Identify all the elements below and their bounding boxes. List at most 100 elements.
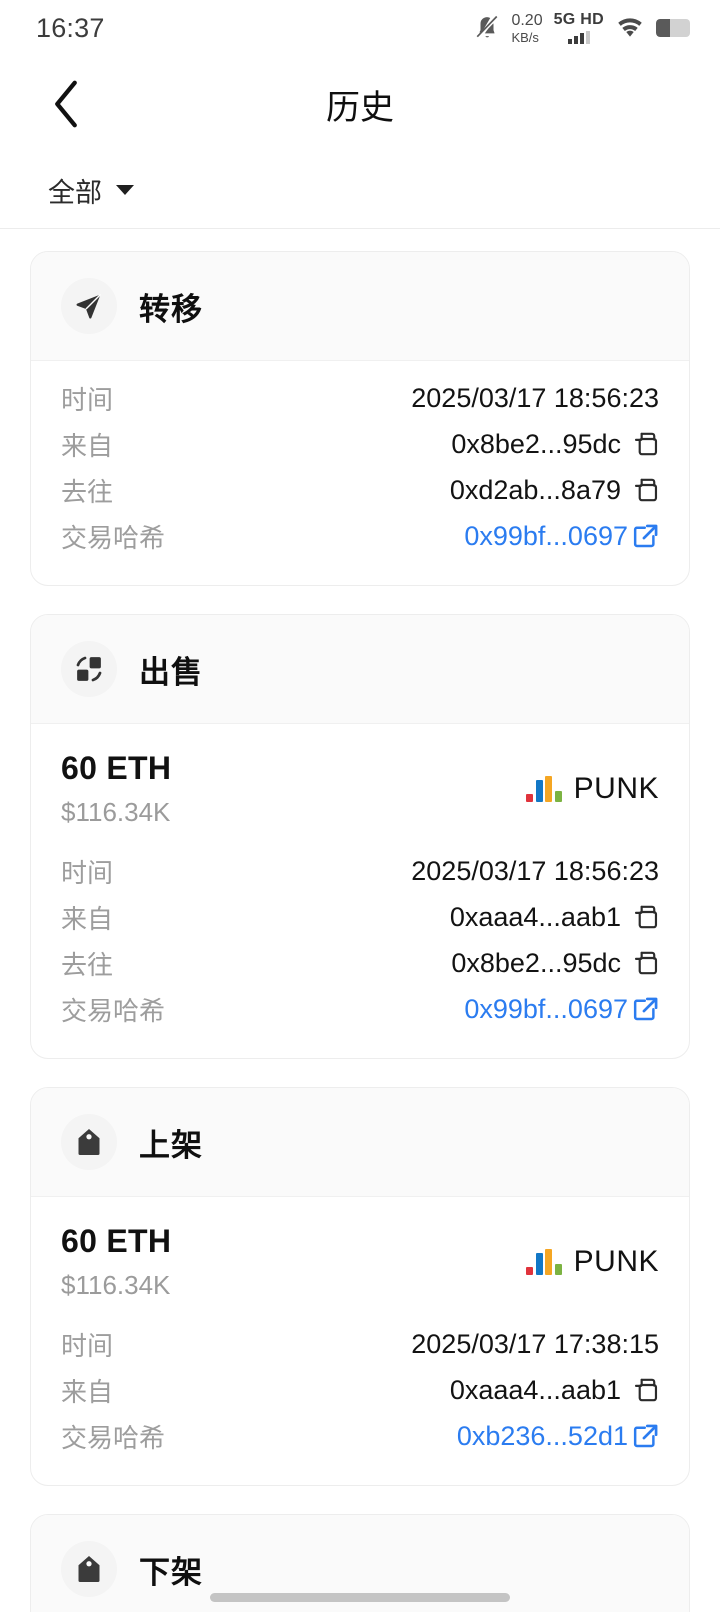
detail-row: 交易哈希 0x99bf...0697 [61,513,659,559]
row-value-text: 0x99bf...0697 [464,520,628,551]
detail-row: 去往 0x8be2...95dc [61,940,659,986]
card-type-icon [61,1114,117,1170]
price-amount: 60 ETH [61,750,172,786]
row-label: 交易哈希 [61,1422,166,1453]
row-value-text: 2025/03/17 18:56:23 [411,855,659,886]
detail-row: 时间 2025/03/17 18:56:23 [61,375,659,421]
token-name: PUNK [573,772,659,805]
history-card: 上架 60 ETH $116.34K PUNK 时间 2025/03/17 17:… [30,1087,690,1486]
history-card: 出售 60 ETH $116.34K PUNK 时间 2025/03/17 18:… [30,614,690,1059]
card-type-icon [61,1541,117,1597]
row-value: 0xd2ab...8a79 [450,475,659,506]
network-type-label: 5G HD [553,11,604,28]
net-speed-unit: KB/s [511,29,539,45]
card-header: 出售 [31,615,689,724]
row-label: 来自 [61,1376,114,1407]
page-title: 历史 [326,88,394,127]
row-value-text: 0x8be2...95dc [451,428,621,459]
signal-indicator: 5G HD [554,12,604,44]
detail-rows: 时间 2025/03/17 18:56:23 来自 0xaaa4...aab1 去往… [31,834,689,1058]
row-value: 0xaaa4...aab1 [450,902,659,933]
copy-icon[interactable] [633,950,659,976]
external-link-icon[interactable] [632,523,659,550]
filter-label: 全部 [48,177,102,208]
status-clock: 16:37 [36,12,105,43]
row-value: 2025/03/17 18:56:23 [411,856,659,887]
send-arrow-icon [76,294,101,319]
price-block: 60 ETH $116.34K PUNK [31,724,689,834]
external-link-icon[interactable] [632,996,659,1023]
bell-off-icon [476,15,499,39]
network-speed: 0.20 KB/s [511,11,543,45]
row-value: 0x8be2...95dc [451,948,659,979]
battery-icon [656,19,690,37]
filter-dropdown[interactable]: 全部 [48,171,134,210]
row-value-text: 0x8be2...95dc [451,947,621,978]
row-label: 去往 [61,476,114,507]
row-label: 来自 [61,430,114,461]
history-screen: 16:37 0.20 KB/s 5G HD 历史 全部 转移 时间 2025/0… [0,0,720,1612]
copy-icon[interactable] [633,431,659,457]
row-label: 来自 [61,903,114,934]
punk-bars-logo [526,776,562,802]
detail-row: 来自 0x8be2...95dc [61,421,659,467]
row-label: 去往 [61,949,114,980]
row-value-text: 0xb236...52d1 [456,1420,628,1451]
history-card: 转移 时间 2025/03/17 18:56:23 来自 0x8be2...95dc… [30,251,690,586]
net-speed-value: 0.20 [511,11,543,29]
copy-icon[interactable] [633,904,659,930]
row-value: 2025/03/17 17:38:15 [411,1329,659,1360]
row-value-link[interactable]: 0x99bf...0697 [464,521,659,552]
price-left: 60 ETH $116.34K [61,750,171,828]
row-value-text: 0xaaa4...aab1 [449,901,621,932]
card-title: 出售 [139,654,203,690]
copy-icon[interactable] [633,1377,659,1403]
app-bar: 历史 [0,56,720,152]
card-type-icon [61,278,117,334]
wifi-icon [618,18,642,37]
row-value-link[interactable]: 0x99bf...0697 [464,994,659,1025]
filter-bar: 全部 [0,152,720,228]
signal-bars-icon [567,31,590,44]
row-value-text: 0x99bf...0697 [464,993,628,1024]
row-label: 交易哈希 [61,995,166,1026]
token-badge: PUNK [526,750,659,806]
price-tag-icon [78,1556,100,1582]
price-left: 60 ETH $116.34K [61,1223,171,1301]
detail-rows: 时间 2025/03/17 17:38:15 来自 0xaaa4...aab1 交易… [31,1307,689,1485]
detail-row: 时间 2025/03/17 17:38:15 [61,1321,659,1367]
copy-icon[interactable] [633,477,659,503]
status-bar: 16:37 0.20 KB/s 5G HD [0,0,720,56]
chevron-left-icon [55,80,77,128]
detail-row: 交易哈希 0x99bf...0697 [61,986,659,1032]
price-amount: 60 ETH [61,1223,172,1259]
card-title: 上架 [139,1127,203,1163]
row-label: 时间 [61,857,114,888]
row-label: 时间 [61,384,114,415]
detail-row: 时间 2025/03/17 18:56:23 [61,848,659,894]
row-label: 交易哈希 [61,522,166,553]
row-label: 时间 [61,1330,114,1361]
detail-row: 去往 0xd2ab...8a79 [61,467,659,513]
punk-bars-logo [526,1249,562,1275]
price-tag-icon [78,1129,100,1155]
detail-row: 来自 0xaaa4...aab1 [61,1367,659,1413]
history-card-list: 转移 时间 2025/03/17 18:56:23 来自 0x8be2...95dc… [0,229,720,1612]
row-value-text: 0xd2ab...8a79 [449,474,621,505]
swap-icon [76,656,102,682]
status-icons: 0.20 KB/s 5G HD [474,12,690,44]
row-value: 0xaaa4...aab1 [450,1375,659,1406]
row-value: 0x8be2...95dc [451,429,659,460]
card-title: 下架 [139,1554,203,1590]
detail-row: 交易哈希 0xb236...52d1 [61,1413,659,1459]
token-badge: PUNK [526,1223,659,1279]
price-usd: $116.34K [61,797,171,827]
row-value-link[interactable]: 0xb236...52d1 [457,1421,659,1452]
detail-row: 来自 0xaaa4...aab1 [61,894,659,940]
back-button[interactable] [36,74,96,134]
external-link-icon[interactable] [632,1423,659,1450]
row-value-text: 2025/03/17 17:38:15 [411,1328,659,1359]
card-header: 上架 [31,1088,689,1197]
card-type-icon [61,641,117,697]
token-name: PUNK [573,1245,659,1278]
